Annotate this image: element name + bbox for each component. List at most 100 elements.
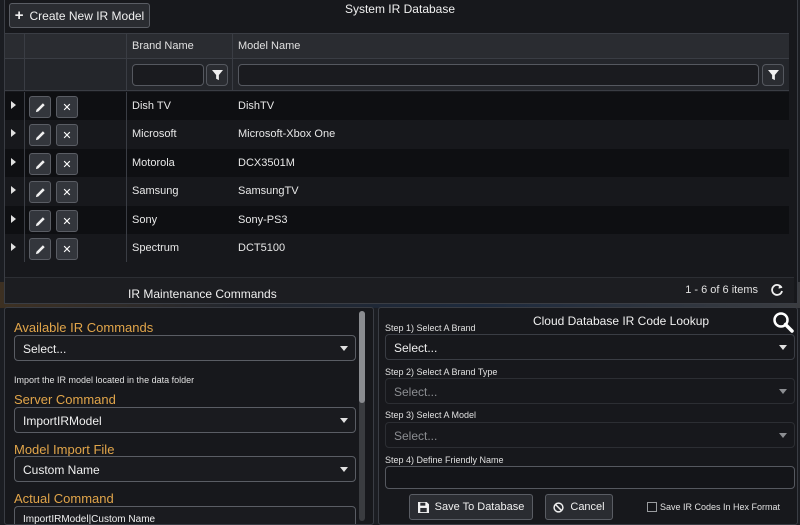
- edit-button[interactable]: [29, 153, 51, 175]
- actual-command-value: ImportIRModel|Custom Name: [23, 514, 156, 525]
- caret-right-icon[interactable]: [11, 215, 16, 223]
- caret-right-icon[interactable]: [11, 158, 16, 166]
- delete-button[interactable]: ✕: [56, 124, 78, 146]
- close-icon: ✕: [62, 215, 72, 228]
- caret-right-icon[interactable]: [11, 129, 16, 137]
- grid-title: System IR Database: [344, 2, 456, 16]
- brand-cell: Dish TV: [132, 100, 171, 112]
- brand-cell: Samsung: [132, 185, 179, 197]
- chevron-down-icon: [779, 345, 787, 350]
- server-command-value: ImportIRModel: [23, 414, 102, 428]
- actual-command-field[interactable]: ImportIRModel|Custom Name: [14, 506, 356, 525]
- filter-row: [5, 59, 789, 91]
- edit-button[interactable]: [29, 181, 51, 203]
- chevron-down-icon: [340, 346, 348, 351]
- edit-button[interactable]: [29, 96, 51, 118]
- delete-button[interactable]: ✕: [56, 181, 78, 203]
- model-cell: DCT5100: [238, 242, 286, 254]
- model-import-file-select[interactable]: Custom Name: [14, 456, 356, 482]
- floppy-icon: [417, 501, 429, 513]
- refresh-icon[interactable]: [770, 283, 784, 302]
- pencil-icon: [35, 159, 45, 169]
- pager-info: 1 - 6 of 6 items: [685, 284, 758, 296]
- table-row[interactable]: ✕ Motorola DCX3501M: [5, 149, 789, 177]
- hex-format-checkbox[interactable]: [647, 502, 657, 512]
- ir-maintenance-panel: Available IR Commands Select... Import t…: [4, 307, 374, 525]
- delete-button[interactable]: ✕: [56, 153, 78, 175]
- edit-button[interactable]: [29, 210, 51, 232]
- close-icon: ✕: [62, 129, 72, 142]
- friendly-name-input[interactable]: [385, 466, 795, 489]
- model-cell: DCX3501M: [238, 157, 295, 169]
- caret-right-icon[interactable]: [11, 186, 16, 194]
- brand-select[interactable]: Select...: [385, 334, 795, 360]
- delete-button[interactable]: ✕: [56, 96, 78, 118]
- brand-cell: Motorola: [132, 157, 175, 169]
- caret-right-icon[interactable]: [11, 243, 16, 251]
- chevron-down-icon: [340, 418, 348, 423]
- chevron-down-icon: [779, 389, 787, 394]
- brand-filter-input[interactable]: [132, 64, 204, 86]
- brand-cell: Microsoft: [132, 128, 177, 140]
- model-import-file-label: Model Import File: [14, 442, 115, 457]
- model-cell: DishTV: [238, 100, 275, 112]
- column-divider: [24, 34, 25, 58]
- model-cell: Sony-PS3: [238, 214, 288, 226]
- pencil-icon: [35, 244, 45, 254]
- column-divider: [232, 59, 233, 90]
- left-panel-scrollbar-thumb[interactable]: [359, 311, 365, 403]
- cancel-button[interactable]: Cancel: [545, 494, 613, 520]
- brand-filter-button[interactable]: [206, 64, 228, 86]
- server-command-select[interactable]: ImportIRModel: [14, 407, 356, 433]
- edit-button[interactable]: [29, 124, 51, 146]
- maintenance-title: IR Maintenance Commands: [128, 287, 277, 301]
- model-import-file-value: Custom Name: [23, 463, 100, 477]
- filter-icon: [211, 69, 223, 80]
- table-row[interactable]: ✕ Spectrum DCT5100: [5, 234, 789, 262]
- table-row[interactable]: ✕ Dish TV DishTV: [5, 92, 789, 120]
- brand-select-value: Select...: [394, 341, 438, 355]
- available-commands-select[interactable]: Select...: [14, 335, 356, 361]
- ban-icon: [553, 501, 565, 513]
- model-filter-input[interactable]: [238, 64, 759, 86]
- save-to-database-label: Save To Database: [434, 501, 525, 513]
- close-icon: ✕: [62, 186, 72, 199]
- step1-label: Step 1) Select A Brand: [385, 323, 476, 333]
- import-note: Import the IR model located in the data …: [14, 375, 195, 385]
- model-select[interactable]: Select...: [385, 422, 795, 448]
- chevron-down-icon: [779, 433, 787, 438]
- pencil-icon: [35, 130, 45, 140]
- caret-right-icon[interactable]: [11, 101, 16, 109]
- grid-body: ✕ Dish TV DishTV ✕ Microsoft Microsoft-X…: [5, 92, 789, 262]
- actual-command-label: Actual Command: [14, 491, 114, 506]
- column-divider: [232, 34, 233, 58]
- edit-button[interactable]: [29, 238, 51, 260]
- column-header-model[interactable]: Model Name: [238, 40, 300, 52]
- brand-type-select[interactable]: Select...: [385, 378, 795, 404]
- table-row[interactable]: ✕ Samsung SamsungTV: [5, 177, 789, 205]
- close-icon: ✕: [62, 158, 72, 171]
- column-divider: [126, 92, 127, 262]
- cloud-lookup-panel: Cloud Database IR Code Lookup Step 1) Se…: [378, 307, 798, 525]
- step3-label: Step 3) Select A Model: [385, 410, 477, 420]
- step4-label: Step 4) Define Friendly Name: [385, 455, 504, 465]
- column-divider: [24, 59, 25, 90]
- column-header-brand[interactable]: Brand Name: [132, 40, 194, 52]
- delete-button[interactable]: ✕: [56, 210, 78, 232]
- grid-pager: 1 - 6 of 6 items: [5, 277, 794, 303]
- pencil-icon: [35, 216, 45, 226]
- grid-header: Brand Name Model Name: [5, 33, 789, 59]
- brand-cell: Sony: [132, 214, 158, 226]
- save-to-database-button[interactable]: Save To Database: [409, 494, 533, 520]
- model-cell: Microsoft-Xbox One: [238, 128, 336, 140]
- column-divider: [24, 92, 25, 262]
- table-row[interactable]: ✕ Microsoft Microsoft-Xbox One: [5, 120, 789, 148]
- brand-cell: Spectrum: [132, 242, 180, 254]
- model-filter-button[interactable]: [762, 64, 784, 86]
- brand-type-select-value: Select...: [394, 385, 438, 399]
- model-select-value: Select...: [394, 429, 438, 443]
- close-icon: ✕: [62, 243, 72, 256]
- chevron-down-icon: [340, 467, 348, 472]
- table-row[interactable]: ✕ Sony Sony-PS3: [5, 206, 789, 234]
- delete-button[interactable]: ✕: [56, 238, 78, 260]
